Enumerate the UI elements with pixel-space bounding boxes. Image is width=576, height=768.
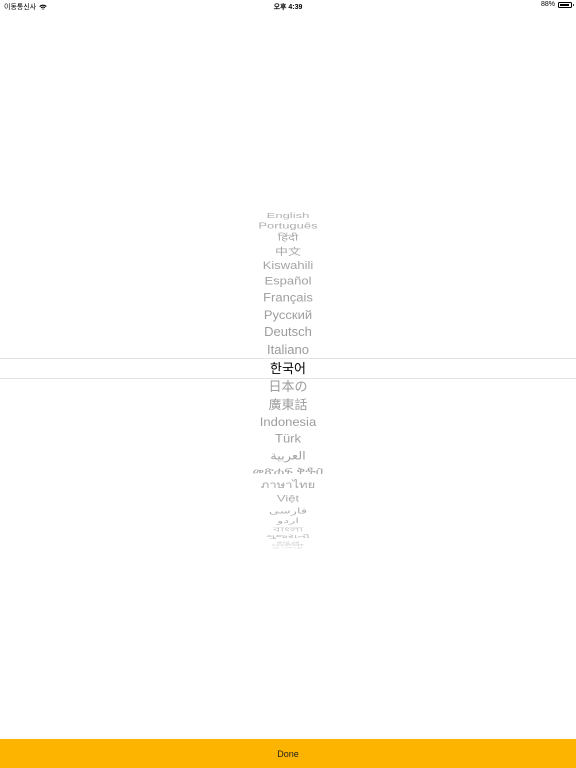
language-option[interactable]: 中文: [0, 246, 576, 256]
language-option[interactable]: Việt: [0, 494, 576, 503]
language-option[interactable]: ภาษาไทย: [0, 480, 576, 490]
language-option[interactable]: መጽሐፍ ቅዱስ: [0, 465, 576, 476]
status-time: 오후 4:39: [273, 4, 303, 11]
language-option[interactable]: 한국어: [0, 362, 576, 375]
language-option[interactable]: தமிழ்: [0, 547, 576, 549]
language-picker[interactable]: English Português हिंदी 中文 Kiswahili Español F…: [0, 200, 576, 552]
language-option[interactable]: العربية: [0, 449, 576, 460]
status-battery-group: 88%: [540, 1, 574, 8]
battery-fill: [560, 3, 569, 6]
language-option[interactable]: فارسی: [0, 506, 576, 514]
language-option[interactable]: हिंदी: [0, 233, 576, 242]
done-button-label: Done: [277, 748, 299, 759]
language-option[interactable]: ગુજરાતી: [0, 534, 576, 539]
language-option[interactable]: Español: [0, 275, 576, 286]
language-option[interactable]: 廣東話: [0, 398, 576, 411]
language-option[interactable]: Français: [0, 291, 576, 303]
language-option[interactable]: Deutsch: [0, 326, 576, 339]
battery-icon: [558, 1, 574, 8]
language-option[interactable]: বাংলা: [0, 526, 576, 532]
screen: 이동통신사 오후 4:39 88% English Português हिंदी 中…: [0, 0, 576, 768]
language-option[interactable]: Türk: [0, 433, 576, 445]
done-button[interactable]: Done: [0, 739, 576, 768]
language-option[interactable]: Русский: [0, 308, 576, 320]
status-bar: 이동통신사 오후 4:39 88%: [0, 0, 576, 12]
language-option[interactable]: Italiano: [0, 343, 576, 356]
language-option[interactable]: اردو: [0, 517, 576, 524]
language-option[interactable]: English: [0, 212, 576, 219]
language-option[interactable]: Kiswahili: [0, 260, 576, 271]
language-option[interactable]: 日本の: [0, 380, 576, 393]
language-option[interactable]: Português: [0, 222, 576, 230]
battery-percent: 88%: [540, 1, 555, 8]
language-option[interactable]: Indonesia: [0, 416, 576, 428]
language-option[interactable]: ಕನ್ನಡ: [0, 540, 576, 543]
